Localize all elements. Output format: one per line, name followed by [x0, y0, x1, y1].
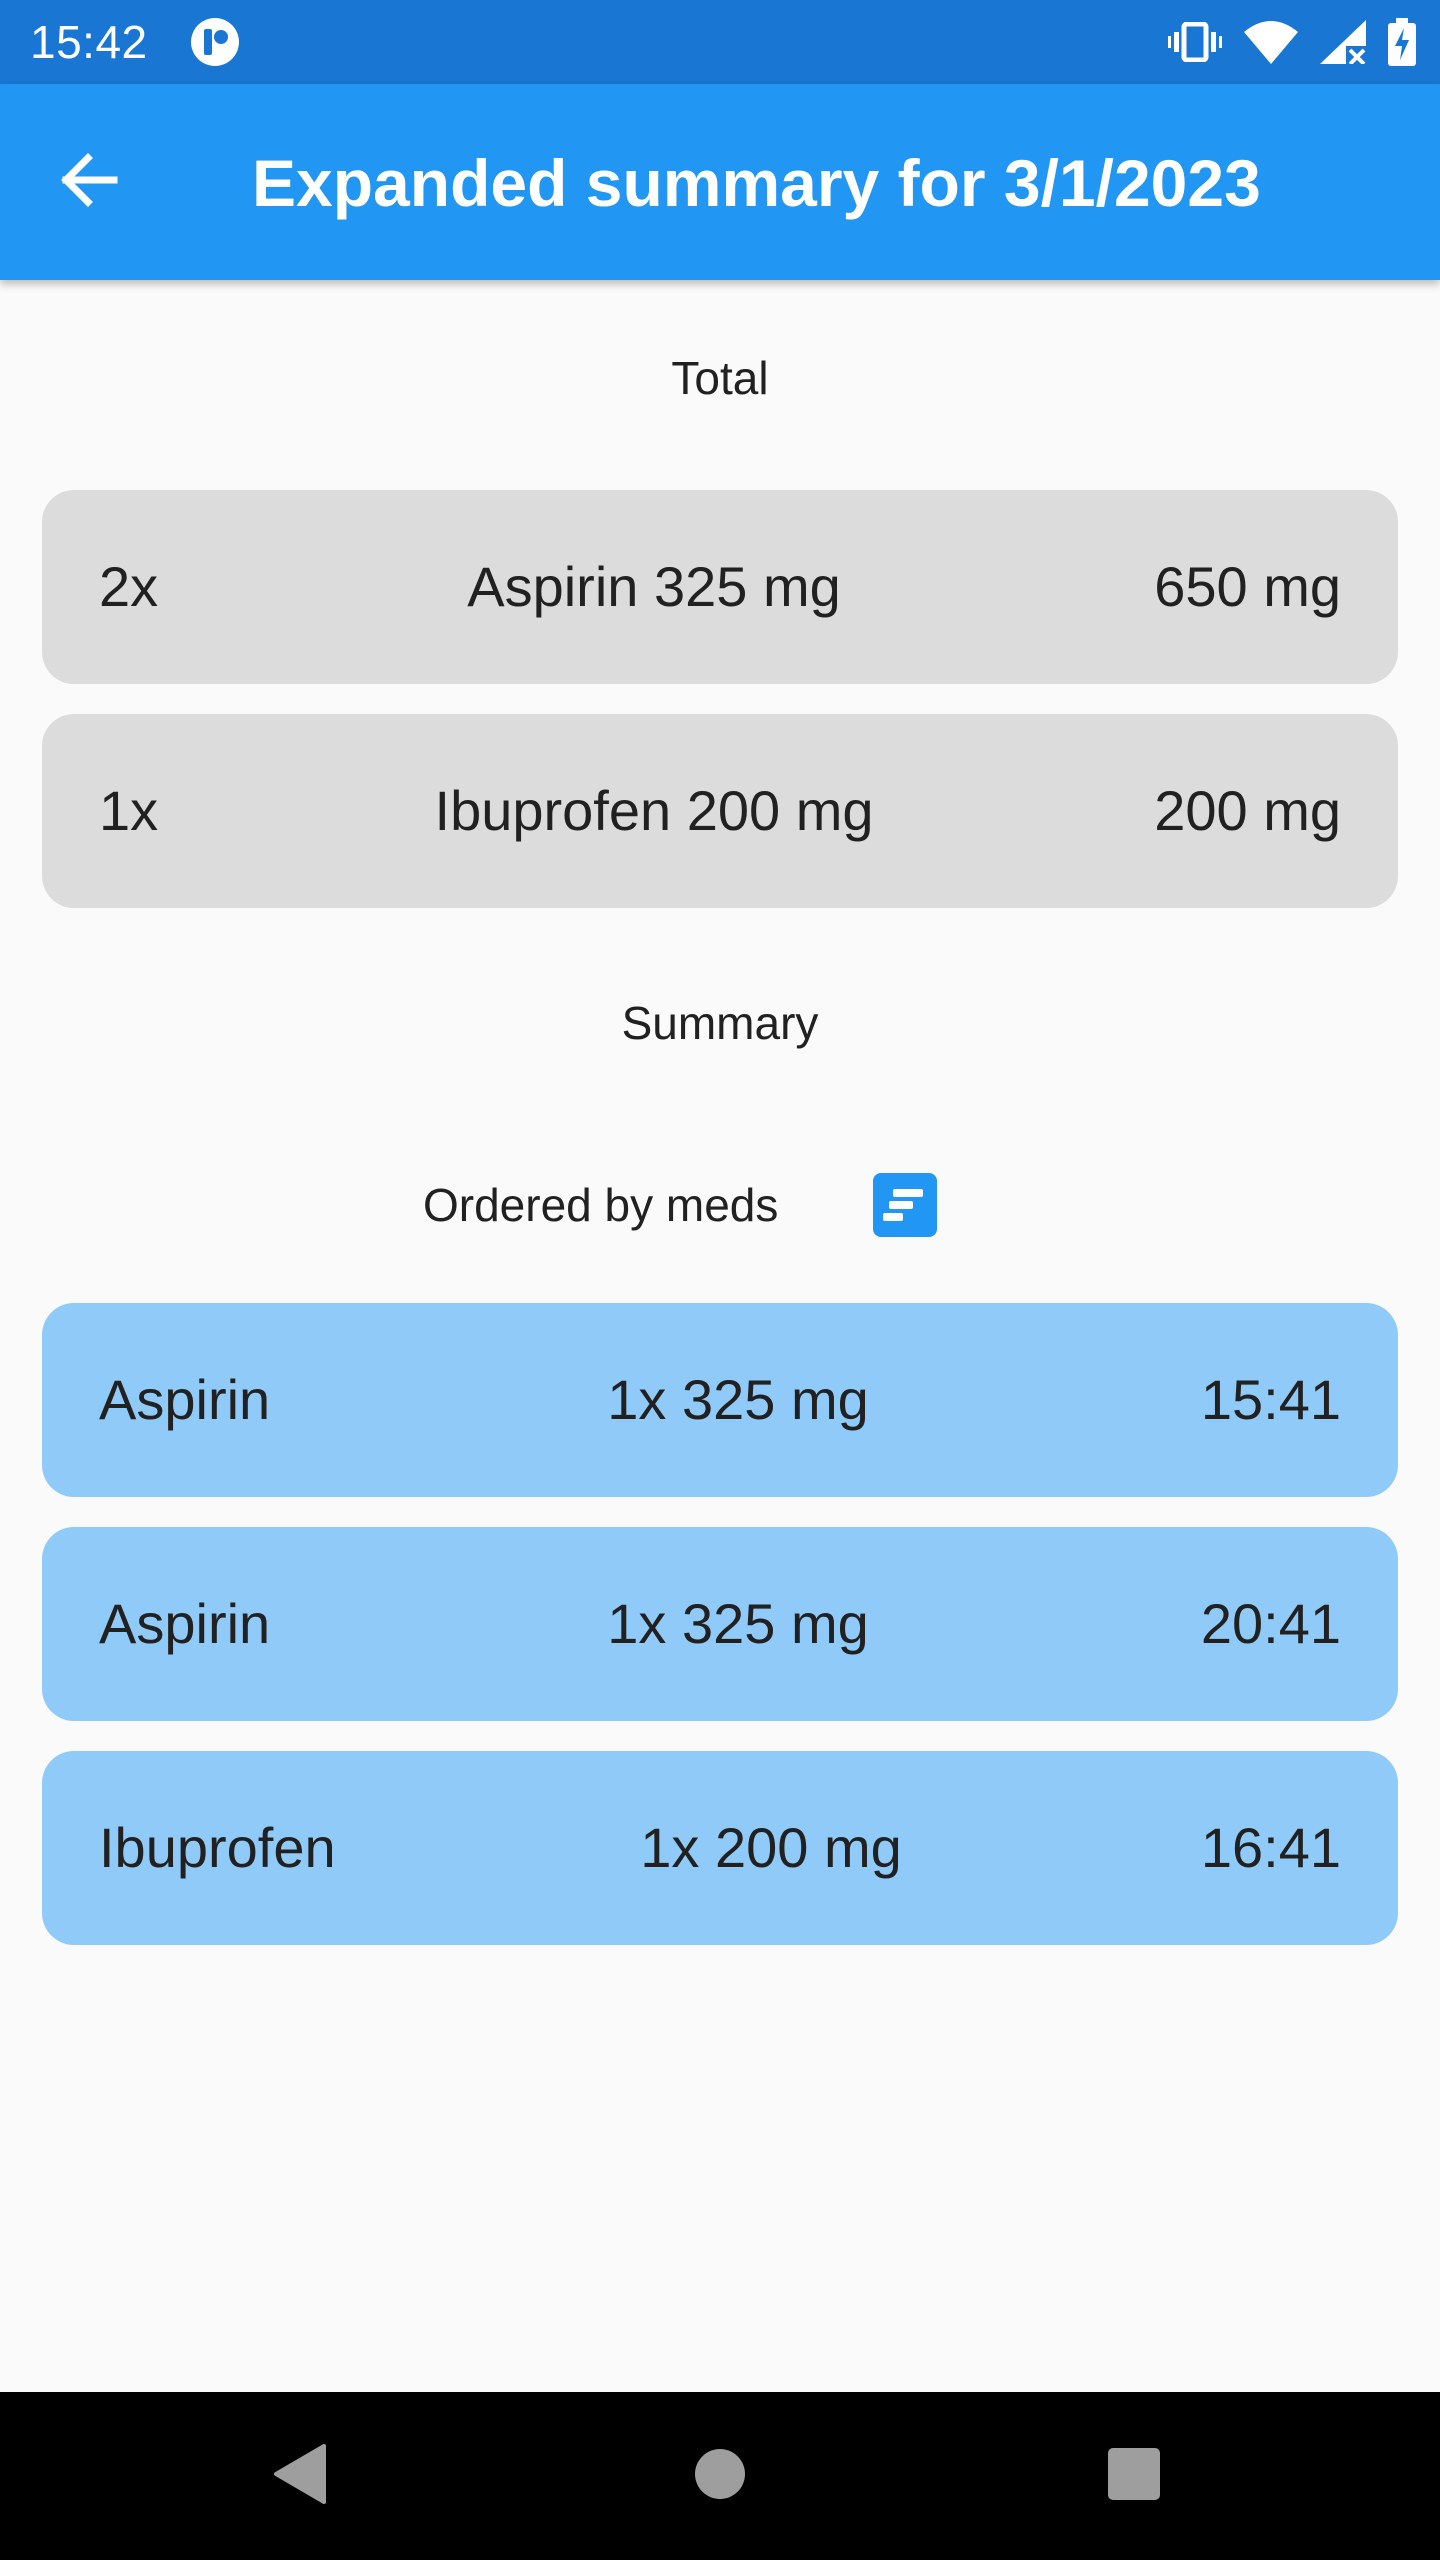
arrow-back-icon: [58, 150, 118, 215]
recents-square-icon: [1107, 2447, 1161, 2506]
system-nav-bar: [0, 2392, 1440, 2560]
summary-time: 16:41: [1200, 1816, 1341, 1879]
nav-home-button[interactable]: [680, 2436, 760, 2516]
summary-med: Aspirin: [99, 1368, 271, 1431]
total-amount: 200 mg: [1154, 779, 1341, 842]
total-amount: 650 mg: [1154, 555, 1341, 618]
summary-med: Aspirin: [99, 1592, 271, 1655]
summary-dose: 1x 325 mg: [607, 1368, 869, 1431]
total-card: 2x Aspirin 325 mg 650 mg: [42, 490, 1398, 684]
back-button[interactable]: [40, 134, 136, 230]
total-card: 1x Ibuprofen 200 mg 200 mg: [42, 714, 1398, 908]
nav-back-button[interactable]: [260, 2436, 340, 2516]
summary-card[interactable]: Ibuprofen 1x 200 mg 16:41: [42, 1751, 1398, 1945]
summary-time: 20:41: [1200, 1592, 1341, 1655]
summary-heading: Summary: [621, 997, 819, 1049]
total-count: 1x: [99, 779, 159, 842]
app-notification-icon: [190, 17, 240, 67]
total-med-name: Ibuprofen 200 mg: [434, 779, 874, 842]
page-title: Expanded summary for 3/1/2023: [252, 146, 1261, 220]
home-circle-icon: [693, 2447, 747, 2506]
sort-button[interactable]: [873, 1173, 937, 1237]
summary-time: 15:41: [1200, 1368, 1341, 1431]
status-time: 15:42: [30, 16, 148, 68]
total-count: 2x: [99, 555, 159, 618]
order-row: Ordered by meds: [0, 1165, 1440, 1245]
summary-med: Ibuprofen: [99, 1816, 336, 1879]
nav-recents-button[interactable]: [1094, 2436, 1174, 2516]
back-triangle-icon: [272, 2443, 328, 2509]
summary-dose: 1x 200 mg: [640, 1816, 902, 1879]
cellular-no-signal-icon: [1320, 20, 1366, 64]
wifi-icon: [1244, 20, 1298, 64]
total-med-name: Aspirin 325 mg: [467, 555, 841, 618]
total-heading: Total: [671, 352, 769, 404]
vibrate-icon: [1168, 22, 1222, 62]
summary-dose: 1x 325 mg: [607, 1592, 869, 1655]
battery-charging-icon: [1388, 18, 1416, 66]
order-label: Ordered by meds: [423, 1179, 779, 1231]
summary-card[interactable]: Aspirin 1x 325 mg 20:41: [42, 1527, 1398, 1721]
summary-card[interactable]: Aspirin 1x 325 mg 15:41: [42, 1303, 1398, 1497]
status-bar: 15:42: [0, 0, 1440, 84]
app-bar: Expanded summary for 3/1/2023: [0, 84, 1440, 280]
